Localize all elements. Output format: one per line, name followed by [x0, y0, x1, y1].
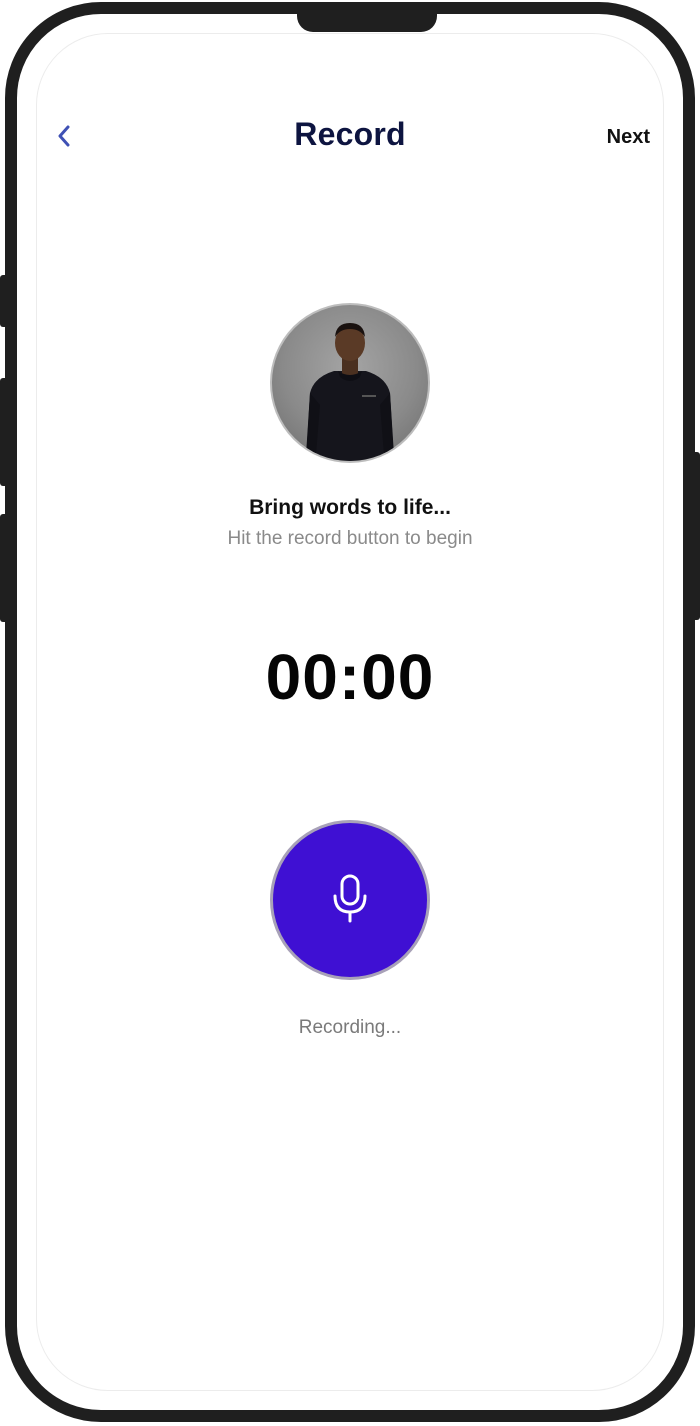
avatar: [270, 303, 430, 463]
prompt-subline: Hit the record button to begin: [227, 528, 473, 549]
side-button-volume-down: [0, 514, 10, 622]
chevron-left-icon: [56, 124, 72, 153]
notch: [297, 14, 437, 32]
timer: 00:00: [265, 641, 435, 713]
side-button-mute: [0, 275, 10, 327]
microphone-icon: [330, 872, 370, 929]
back-button[interactable]: [44, 118, 84, 158]
record-button[interactable]: [270, 820, 430, 980]
prompt-headline: Bring words to life...: [249, 496, 451, 519]
page-title: Record: [294, 116, 406, 152]
side-button-power: [690, 452, 700, 620]
next-button[interactable]: Next: [580, 126, 650, 149]
side-button-volume-up: [0, 378, 10, 486]
user-photo: [306, 323, 394, 461]
recording-status: Recording...: [298, 1017, 402, 1038]
